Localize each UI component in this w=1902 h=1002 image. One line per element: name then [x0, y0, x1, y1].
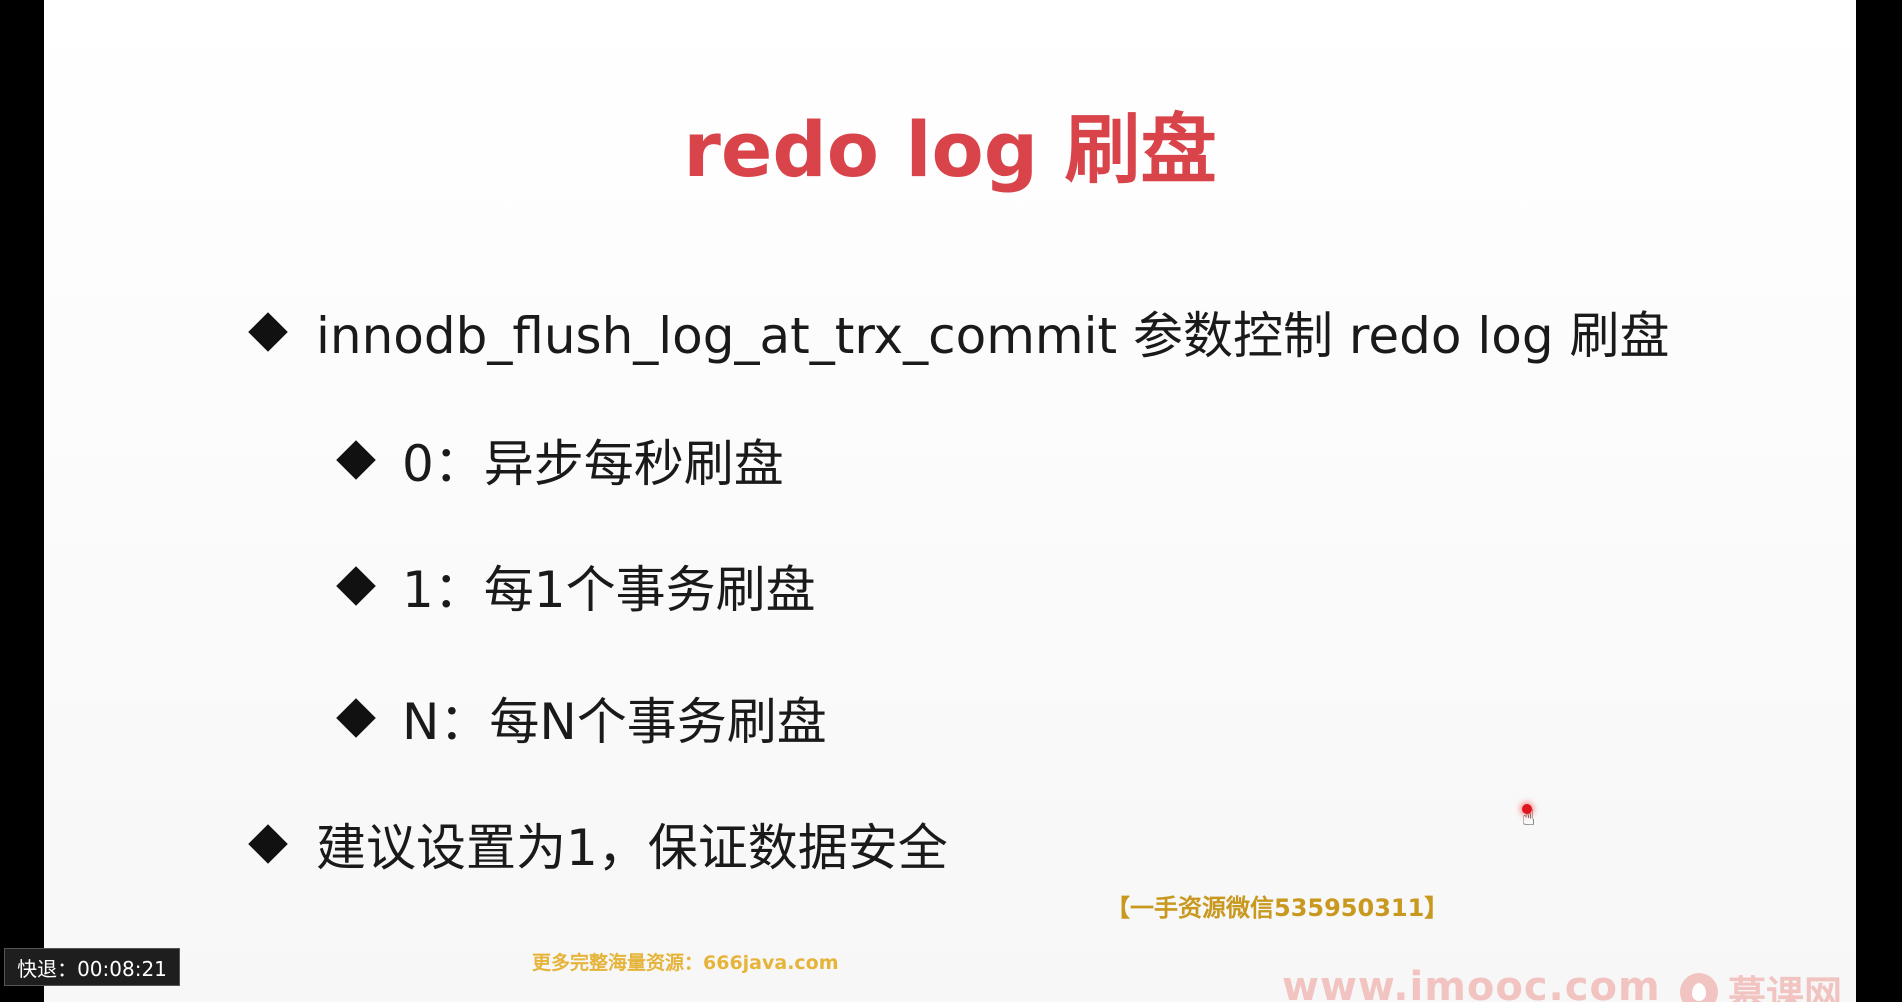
- diamond-bullet-icon: [336, 566, 376, 606]
- slide: redo log 刷盘 innodb_flush_log_at_trx_comm…: [44, 0, 1856, 1002]
- wechat-watermark: 【一手资源微信535950311】: [1106, 894, 1449, 922]
- sub-bullet-item: N：每N个事务刷盘: [336, 682, 827, 754]
- bullet-text: 建议设置为1，保证数据安全: [316, 819, 948, 877]
- diamond-bullet-icon: [248, 824, 288, 864]
- mouse-cursor: ☝: [1522, 804, 1552, 834]
- rewind-indicator: 快退：00:08:21: [4, 948, 180, 986]
- cursor-highlight-dot: [1522, 804, 1532, 814]
- bullet-item: 建议设置为1，保证数据安全: [248, 808, 948, 880]
- bullet-text: 0：异步每秒刷盘: [402, 435, 784, 493]
- video-frame: redo log 刷盘 innodb_flush_log_at_trx_comm…: [0, 0, 1902, 1002]
- diamond-bullet-icon: [248, 312, 288, 352]
- slide-title: redo log 刷盘: [683, 105, 1217, 194]
- bullet-text: N：每N个事务刷盘: [402, 693, 827, 751]
- flame-icon: [1680, 972, 1718, 1002]
- brand-logo: 慕课网: [1680, 964, 1842, 1002]
- java-watermark: 更多完整海量资源：666java.com: [532, 952, 839, 974]
- brand-name: 慕课网: [1728, 973, 1843, 1002]
- diamond-bullet-icon: [336, 698, 376, 738]
- sub-bullet-item: 0：异步每秒刷盘: [336, 424, 784, 496]
- sub-bullet-item: 1：每1个事务刷盘: [336, 550, 816, 622]
- site-watermark: www.imooc.com: [1282, 964, 1661, 1002]
- bullet-text: innodb_flush_log_at_trx_commit 参数控制 redo…: [316, 307, 1670, 365]
- bullet-item: innodb_flush_log_at_trx_commit 参数控制 redo…: [248, 296, 1670, 368]
- bullet-text: 1：每1个事务刷盘: [402, 561, 816, 619]
- diamond-bullet-icon: [336, 440, 376, 480]
